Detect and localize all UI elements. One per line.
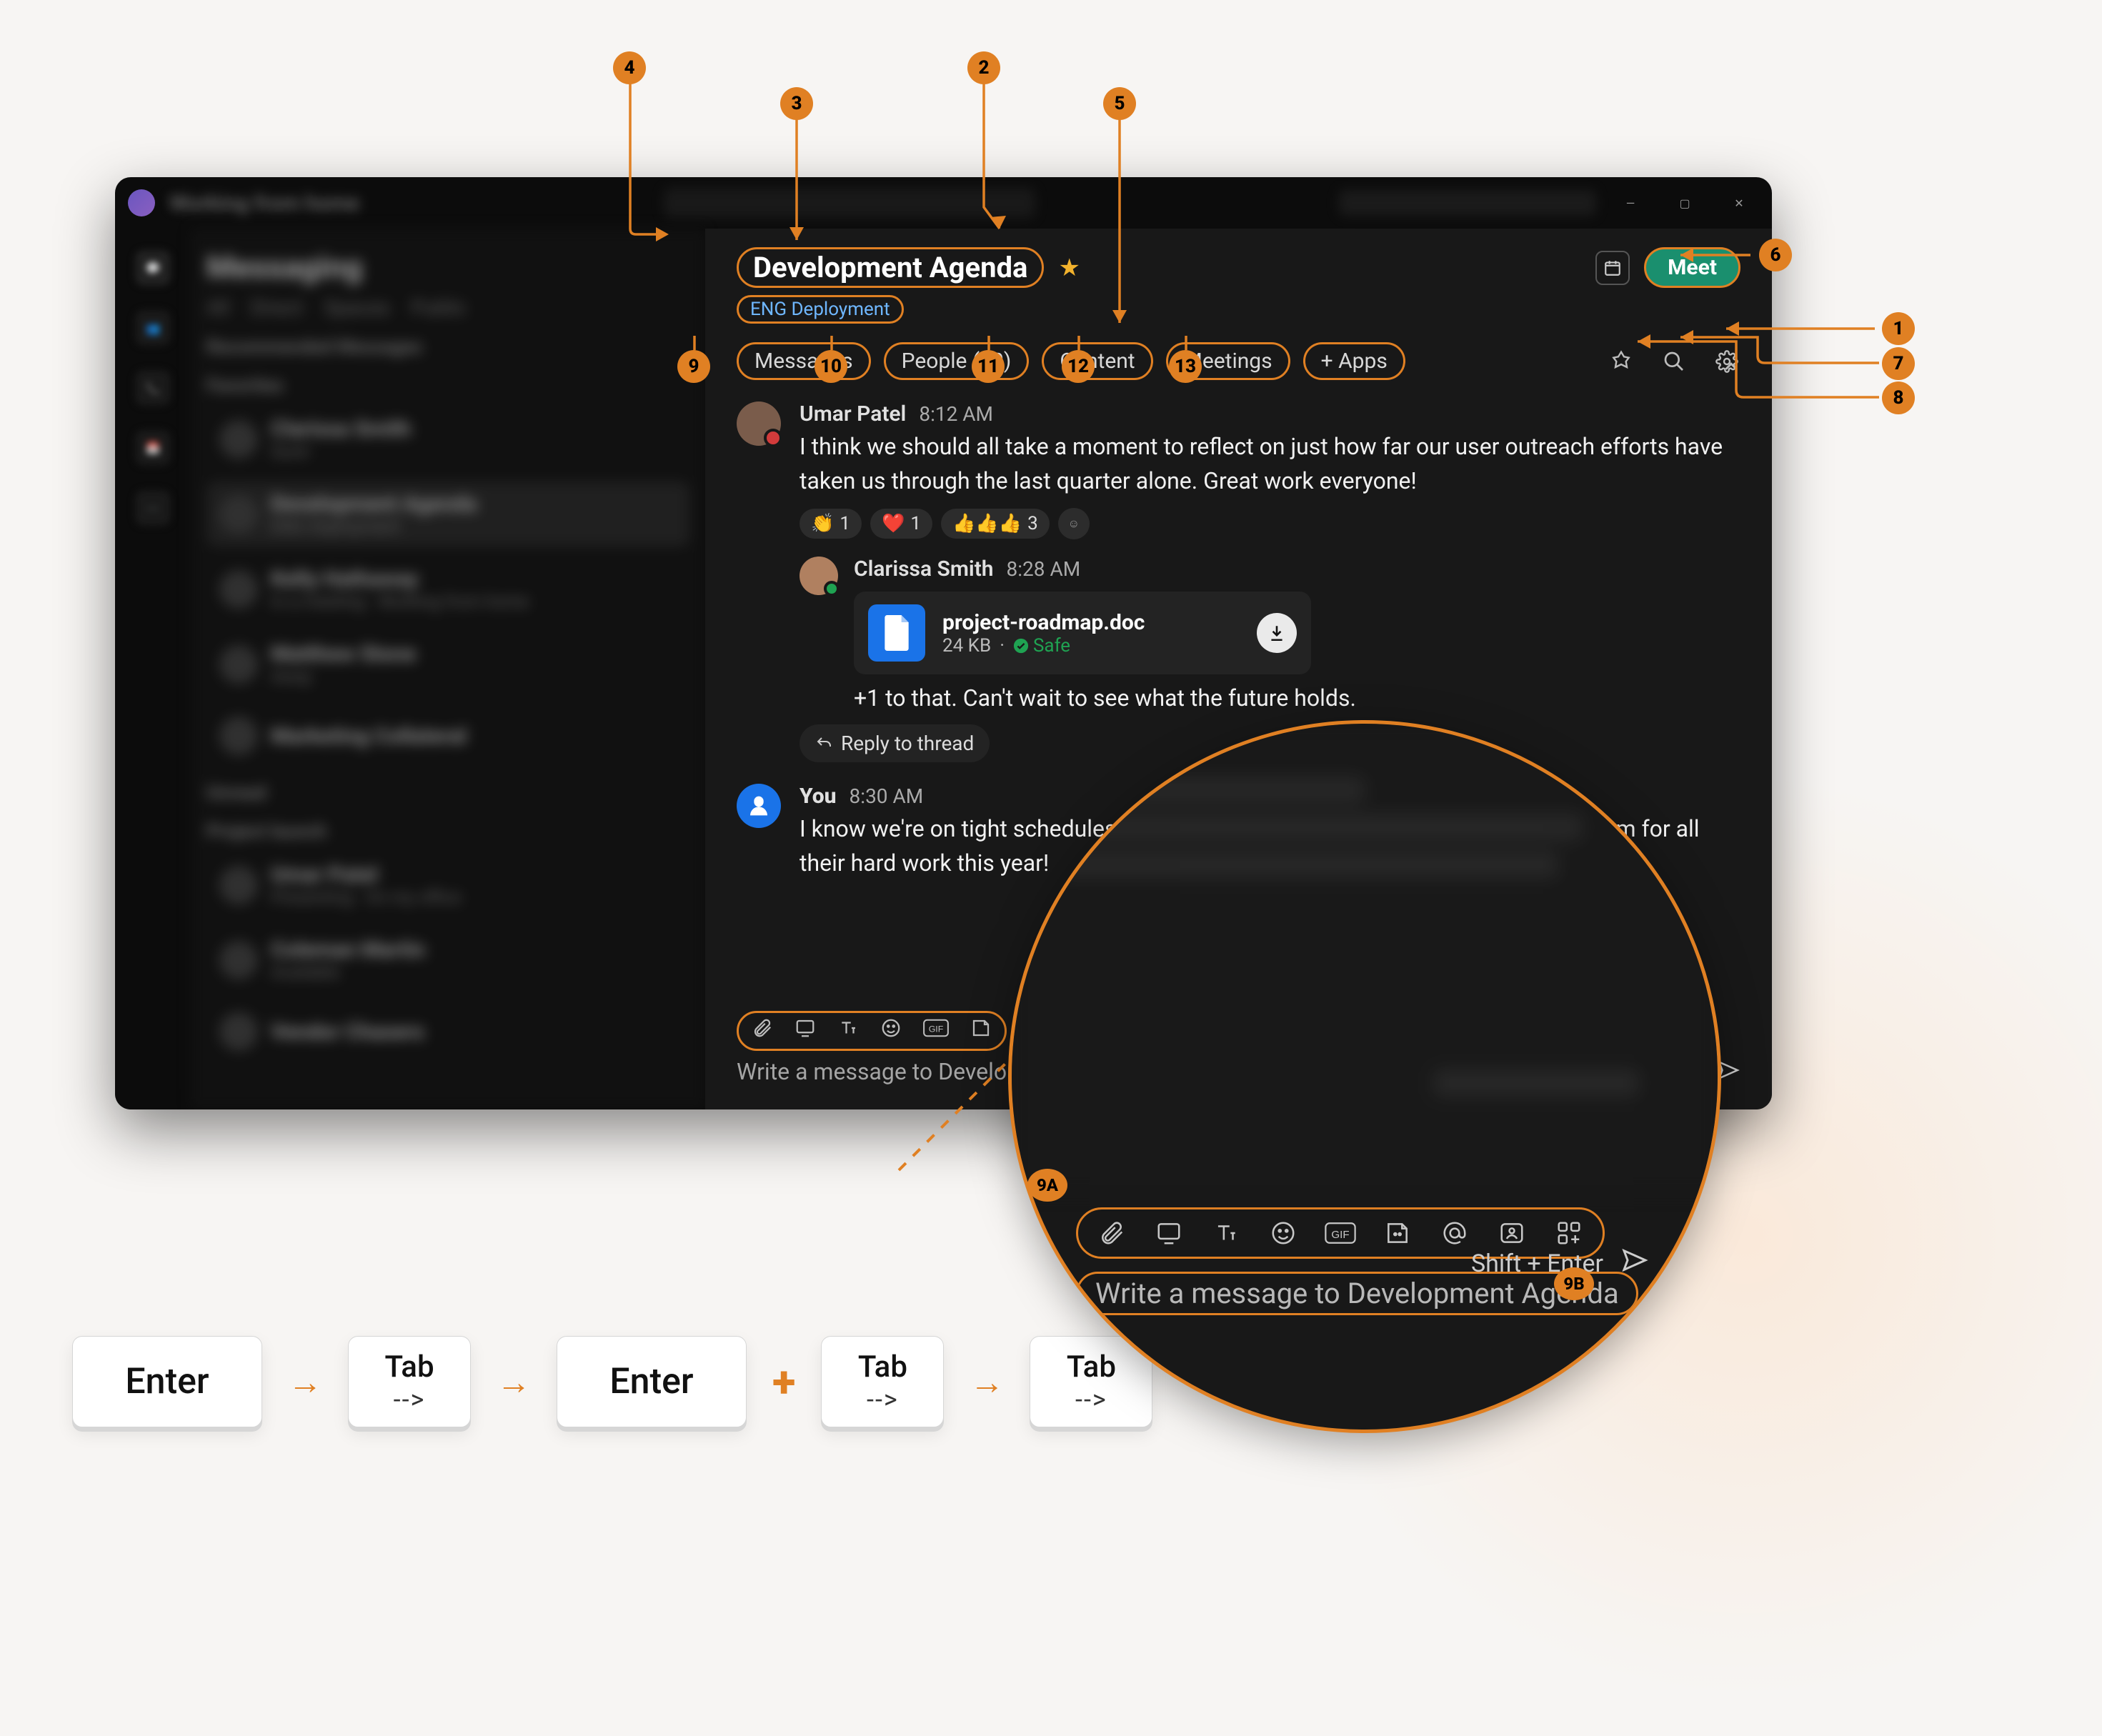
self-avatar-icon[interactable]	[737, 784, 781, 828]
send-icon-zoom[interactable]	[1620, 1246, 1649, 1281]
sidebar: Messaging AllDirectSpacesPublic Recommen…	[191, 229, 705, 1109]
mention-icon[interactable]	[1438, 1217, 1471, 1249]
plus-icon: +	[772, 1357, 795, 1407]
meet-button[interactable]: Meet	[1644, 247, 1740, 288]
emoji-icon[interactable]	[1267, 1217, 1300, 1249]
gif-icon[interactable]: GIF	[1324, 1217, 1357, 1249]
window-maximize-icon[interactable]: ▢	[1665, 189, 1705, 217]
file-name: project-roadmap.doc	[942, 610, 1145, 635]
user-presence-avatar[interactable]	[128, 189, 155, 216]
attach-icon[interactable]	[752, 1017, 773, 1044]
attach-icon[interactable]	[1095, 1217, 1128, 1249]
callout-1: 1	[1882, 312, 1915, 345]
tab-messages[interactable]: Messages	[737, 342, 871, 380]
schedule-button[interactable]	[1595, 251, 1630, 285]
key-enter: Enter	[72, 1336, 262, 1427]
window-minimize-icon[interactable]: —	[1610, 189, 1650, 217]
team-chip[interactable]: ENG Deployment	[737, 295, 904, 324]
download-button[interactable]	[1257, 613, 1297, 653]
tab-people[interactable]: People (30)	[884, 342, 1030, 380]
reaction-thumbs[interactable]: 👍👍👍3	[941, 509, 1050, 539]
titlebar: Working from home — ▢ ✕	[115, 177, 1772, 229]
magnifier-overlay: GIF Write a message to Development Agend…	[1008, 720, 1721, 1433]
arrow-icon: →	[288, 1362, 322, 1402]
callout-4: 4	[613, 51, 646, 84]
timestamp: 8:30 AM	[850, 784, 924, 808]
callout-5: 5	[1103, 87, 1136, 120]
space-title[interactable]: Development Agenda	[737, 247, 1044, 288]
personal-room-icon[interactable]	[1495, 1217, 1528, 1249]
callout-13: 13	[1169, 350, 1202, 383]
callout-6: 6	[1759, 239, 1792, 271]
arrow-icon: →	[497, 1362, 531, 1402]
rail-teams-icon[interactable]: 👥	[135, 310, 171, 346]
rail-more-icon[interactable]: ⋯	[135, 490, 171, 526]
space-header: Development Agenda ★ Meet ENG Deployment	[705, 229, 1772, 331]
add-reaction-icon[interactable]: ☺	[1058, 508, 1090, 539]
screen-capture-icon[interactable]	[795, 1017, 816, 1044]
callout-9a: 9A	[1027, 1169, 1067, 1202]
favorite-star-icon[interactable]: ★	[1058, 254, 1080, 282]
callout-2: 2	[967, 51, 1000, 84]
thread-reply: Clarissa Smith 8:28 AM project-roadmap.d…	[800, 557, 1740, 712]
global-search[interactable]	[664, 188, 1035, 218]
author-name: Clarissa Smith	[854, 557, 994, 582]
window-close-icon[interactable]: ✕	[1719, 189, 1759, 217]
pin-icon[interactable]	[1608, 348, 1635, 375]
apps-plus-icon[interactable]	[1553, 1217, 1585, 1249]
file-size: 24 KB	[942, 635, 991, 657]
file-doc-icon	[868, 604, 925, 662]
callout-3: 3	[780, 87, 813, 120]
reaction-row: 👏1 ❤️1 👍👍👍3 ☺	[800, 508, 1740, 539]
message-body: I think we should all take a moment to r…	[800, 429, 1740, 498]
svg-text:GIF: GIF	[1331, 1229, 1349, 1241]
callout-10: 10	[815, 350, 847, 383]
screen-capture-icon[interactable]	[1152, 1217, 1185, 1249]
sticker-icon[interactable]	[1381, 1217, 1414, 1249]
message-item: Umar Patel 8:12 AM I think we should all…	[737, 401, 1740, 762]
file-attachment[interactable]: project-roadmap.doc 24 KB · Safe	[854, 592, 1311, 674]
rail-calling-icon[interactable]: 📞	[135, 370, 171, 406]
timestamp: 8:12 AM	[919, 402, 993, 426]
callout-7: 7	[1882, 347, 1915, 380]
contact-banner[interactable]	[1339, 190, 1596, 216]
nav-rail: 💬 👥 📞 📅 ⋯	[115, 229, 191, 1109]
arrow-icon: →	[970, 1362, 1004, 1402]
rail-calendar-icon[interactable]: 📅	[135, 430, 171, 466]
reply-to-thread-button[interactable]: Reply to thread	[800, 724, 990, 762]
reaction-clap[interactable]: 👏1	[800, 509, 862, 539]
tab-apps[interactable]: + Apps	[1303, 342, 1405, 380]
format-text-icon[interactable]	[1210, 1217, 1242, 1249]
callout-8: 8	[1882, 381, 1915, 414]
author-name: Umar Patel	[800, 401, 906, 426]
tab-content[interactable]: Content	[1042, 342, 1152, 380]
search-icon[interactable]	[1660, 348, 1688, 375]
reaction-heart[interactable]: ❤️1	[870, 509, 932, 539]
keycap-sequence: Enter → Tab--> → Enter + Tab--> → Tab-->	[72, 1336, 1152, 1427]
callout-9b: 9B	[1554, 1267, 1594, 1300]
collapse-chevron-icon[interactable]	[1720, 356, 1742, 380]
rail-messaging-icon[interactable]: 💬	[135, 250, 171, 286]
key-enter: Enter	[557, 1336, 747, 1427]
space-tabs: Messages People (30) Content Meetings + …	[705, 331, 1772, 386]
callout-11: 11	[972, 350, 1005, 383]
avatar[interactable]	[800, 557, 838, 595]
key-tab: Tab-->	[821, 1336, 944, 1427]
format-text-icon[interactable]	[837, 1017, 859, 1044]
key-tab: Tab-->	[348, 1336, 471, 1427]
callout-9: 9	[677, 350, 710, 383]
message-body: +1 to that. Can't wait to see what the f…	[854, 684, 1740, 712]
titlebar-status: Working from home	[169, 191, 359, 216]
safe-badge: Safe	[1013, 635, 1070, 657]
avatar[interactable]	[737, 401, 781, 446]
author-name: You	[800, 784, 837, 809]
callout-12: 12	[1062, 350, 1095, 383]
timestamp: 8:28 AM	[1007, 557, 1081, 581]
